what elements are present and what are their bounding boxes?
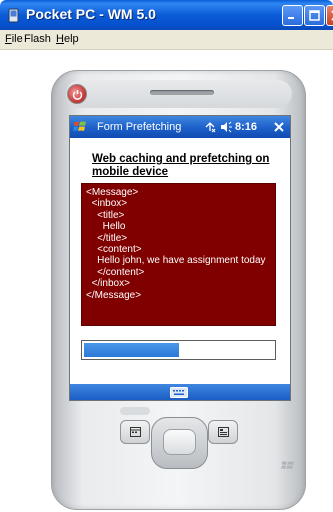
menu-flash[interactable]: Flash [24, 33, 51, 45]
progress-bar [81, 340, 276, 360]
power-button[interactable] [67, 84, 87, 104]
keyboard-icon[interactable] [170, 387, 188, 398]
minimize-icon [288, 17, 294, 19]
pda-clock: 8:16 [235, 121, 258, 133]
maximize-icon [309, 10, 320, 21]
menu-file-label: ile [11, 33, 23, 45]
close-icon[interactable] [272, 120, 286, 134]
maximize-button[interactable] [304, 5, 325, 26]
windows-flag-icon[interactable] [72, 119, 88, 135]
power-icon [72, 90, 83, 100]
close-window-button[interactable] [326, 5, 333, 26]
xml-message-box[interactable]: <Message> <inbox> <title> Hello </title>… [81, 183, 276, 326]
volume-icon[interactable] [220, 121, 232, 133]
pda-app-icon [8, 8, 19, 23]
hardware-slot [120, 407, 150, 415]
speaker-slot [150, 90, 214, 95]
minimize-button[interactable] [282, 5, 303, 26]
hardware-button-contacts[interactable] [208, 420, 238, 444]
menu-flash-label: Flash [24, 33, 51, 45]
window-title: Pocket PC - WM 5.0 [26, 6, 156, 22]
calendar-icon [130, 427, 141, 437]
menu-help-label: elp [63, 33, 79, 45]
menu-help[interactable]: Help [56, 33, 79, 45]
action-button[interactable] [163, 429, 196, 455]
page-heading: Web caching and prefetching on mobile de… [92, 153, 270, 178]
menu-file-mnemonic: F [5, 33, 12, 45]
hardware-button-calendar[interactable] [120, 420, 150, 444]
menu-file[interactable]: File [5, 33, 23, 45]
menu-help-mnemonic: H [56, 33, 64, 45]
progress-bar-fill [84, 343, 179, 357]
menubar: File Flash Help [0, 30, 333, 50]
contacts-icon [218, 427, 229, 437]
pda-titlebar: Form Prefetching 8:16 [70, 116, 290, 138]
window-titlebar[interactable]: Pocket PC - WM 5.0 [0, 0, 333, 30]
device-screen: Form Prefetching 8:16 Web caching and pr… [69, 115, 291, 401]
pda-app-title: Form Prefetching [97, 121, 182, 133]
windows-logo-icon [281, 461, 294, 469]
connectivity-icon[interactable] [203, 121, 217, 133]
soft-key-bar [70, 384, 290, 400]
